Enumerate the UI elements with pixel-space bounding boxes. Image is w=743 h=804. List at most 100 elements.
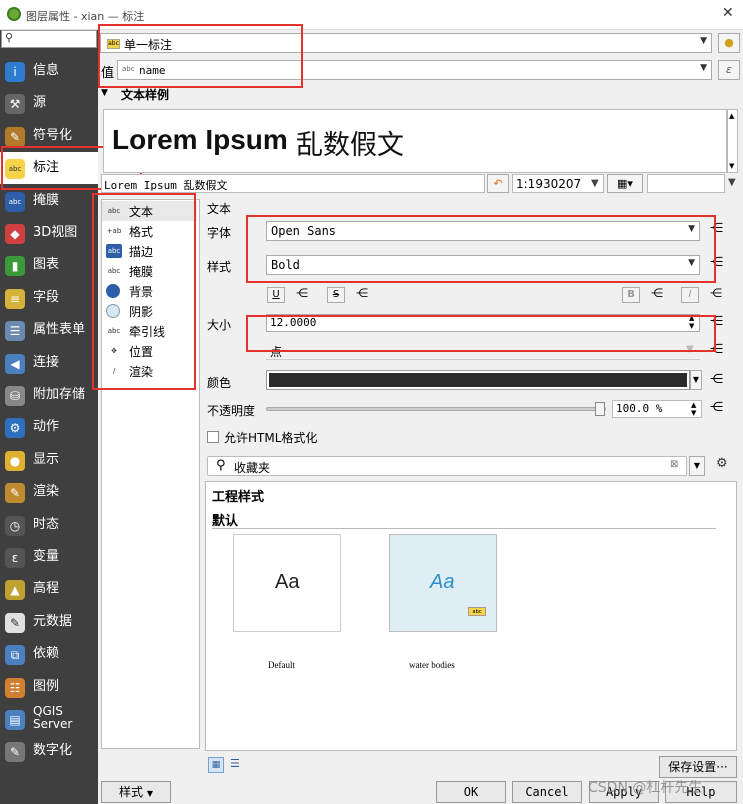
style-filter-dropdown[interactable]: ▼ xyxy=(689,456,705,476)
style-library-panel: 工程样式 默认 Aa Default Aa abc water bodies xyxy=(205,481,737,751)
sidebar-item-14[interactable]: ◷ 时态 xyxy=(0,509,98,541)
chevron-down-icon: ▼ xyxy=(591,178,599,189)
style-settings-icon[interactable]: ⚙ xyxy=(716,456,728,471)
window-title: 图层属性 - xian — 标注 xyxy=(26,10,145,23)
data-defined-override-icon[interactable]: ⋲ xyxy=(710,372,723,387)
sidebar-item-7[interactable]: ≡ 字段 xyxy=(0,282,98,314)
preview-section-title: 文本样例 xyxy=(121,88,170,102)
text-section-title: 文本 xyxy=(207,202,232,216)
sidebar-item-label: 信息 xyxy=(33,63,60,78)
sidebar-item-19[interactable]: ☷ 图例 xyxy=(0,671,98,703)
qgis-logo-icon xyxy=(7,7,21,21)
sidebar-item-label: 显示 xyxy=(33,451,60,467)
chevron-down-icon: ▼ xyxy=(700,36,707,46)
bold-button[interactable]: B xyxy=(622,287,640,303)
join-icon: ◀ xyxy=(5,353,25,374)
preview-scrollbar[interactable]: ▲ ▼ xyxy=(727,109,738,173)
sidebar-item-8[interactable]: ☰ 属性表单 xyxy=(0,314,98,346)
sidebar-item-label: 字段 xyxy=(33,289,60,305)
sidebar-item-15[interactable]: ε 变量 xyxy=(0,541,98,573)
style-search-value: 收藏夹 xyxy=(234,461,271,475)
sidebar-item-10[interactable]: ⛁ 附加存储 xyxy=(0,379,98,411)
style-search-input[interactable]: ⚲ 收藏夹 ⊠ xyxy=(207,456,687,476)
sidebar-item-16[interactable]: ▲ 高程 xyxy=(0,573,98,605)
opacity-label: 不透明度 xyxy=(207,404,256,418)
data-defined-override-icon[interactable]: ⋲ xyxy=(710,400,723,415)
sidebar-item-21[interactable]: ✎ 数字化 xyxy=(0,735,98,767)
style-manager-button[interactable]: ● xyxy=(718,33,740,53)
paintbrush-icon: ✎ xyxy=(5,126,25,147)
cancel-button[interactable]: Cancel xyxy=(512,781,582,803)
sidebar-item-label: 连接 xyxy=(33,354,60,370)
expression-button[interactable]: ε xyxy=(718,60,740,80)
sidebar-item-17[interactable]: ✎ 元数据 xyxy=(0,606,98,638)
background-color-button[interactable]: ▦▾ xyxy=(607,174,643,193)
sidebar-item-label: 图例 xyxy=(33,678,60,694)
underline-button[interactable]: U xyxy=(267,287,285,303)
arrow-up-icon[interactable]: ▲ xyxy=(729,112,734,120)
color-button[interactable] xyxy=(266,370,690,390)
sidebar-item-0[interactable]: i 信息 xyxy=(0,55,98,87)
opacity-value: 100.0 % xyxy=(616,402,663,415)
icon-view-button[interactable]: ▦ xyxy=(208,757,224,773)
style-tile-default[interactable]: Aa xyxy=(233,534,341,632)
color-swatch xyxy=(269,373,687,387)
digitize-icon: ✎ xyxy=(5,742,25,763)
sidebar-item-13[interactable]: ✎ 渲染 xyxy=(0,476,98,508)
clock-icon: ◷ xyxy=(5,515,25,536)
data-defined-override-icon[interactable]: ⋲ xyxy=(296,286,308,300)
sidebar-item-5[interactable]: ◆ 3D视图 xyxy=(0,217,98,249)
sidebar-item-6[interactable]: ▮ 图表 xyxy=(0,249,98,281)
scale-select[interactable]: 1:1930207 ▼ xyxy=(512,174,604,193)
save-style-button[interactable]: 保存设置··· xyxy=(659,756,737,778)
sidebar-item-11[interactable]: ⚙ 动作 xyxy=(0,411,98,443)
data-defined-override-icon[interactable]: ⋲ xyxy=(356,286,368,300)
strikeout-button[interactable]: S xyxy=(327,287,345,303)
preview-background-swatch[interactable] xyxy=(647,174,725,193)
sidebar-item-label: 高程 xyxy=(33,581,60,597)
list-view-button[interactable]: ☰ xyxy=(230,757,240,770)
italic-button[interactable]: I xyxy=(681,287,699,303)
data-defined-override-icon[interactable]: ⋲ xyxy=(710,286,722,300)
opacity-slider[interactable] xyxy=(266,402,606,416)
opacity-slider-handle[interactable] xyxy=(595,402,605,416)
collapse-icon[interactable]: ▼ xyxy=(101,88,108,98)
server-icon: ▤ xyxy=(5,710,25,730)
action-icon: ⚙ xyxy=(5,418,25,439)
sidebar-item-12[interactable]: ● 显示 xyxy=(0,444,98,476)
preview-text-input[interactable]: Lorem Ipsum 乱数假文 xyxy=(101,174,485,193)
allow-html-checkbox[interactable] xyxy=(207,431,219,443)
clear-icon[interactable]: ⊠ xyxy=(670,459,678,470)
highlight-box xyxy=(92,193,196,390)
style-tile-water-bodies[interactable]: Aa abc xyxy=(389,534,497,632)
preview-sample-cjk: 乱数假文 xyxy=(296,130,404,161)
map-icon: ▦▾ xyxy=(617,177,633,190)
dependency-icon: ⧉ xyxy=(5,645,25,666)
ok-button[interactable]: OK xyxy=(436,781,506,803)
style-menu-button[interactable]: 样式 ▼ xyxy=(101,781,171,803)
color-dropdown[interactable]: ▼ xyxy=(690,370,702,390)
brush-icon: ✎ xyxy=(5,483,25,504)
text-preview: Lorem Ipsum 乱数假文 xyxy=(103,109,727,173)
reset-sample-button[interactable]: ↶ xyxy=(487,174,509,193)
wrench-icon: ⚒ xyxy=(5,94,25,115)
sidebar-item-20[interactable]: ▤ QGIS Server xyxy=(0,703,98,735)
sidebar-item-9[interactable]: ◀ 连接 xyxy=(0,347,98,379)
sidebar-item-label: 图表 xyxy=(33,257,60,273)
search-icon: ⚲ xyxy=(216,458,226,473)
data-defined-override-icon[interactable]: ⋲ xyxy=(651,286,663,300)
opacity-spinbox[interactable]: 100.0 % ▲ ▼ xyxy=(612,400,702,418)
allow-html-label: 允许HTML格式化 xyxy=(224,431,318,445)
chevron-down-icon[interactable]: ▼ xyxy=(728,177,736,188)
close-icon[interactable]: ✕ xyxy=(722,5,734,21)
sidebar-item-label: 动作 xyxy=(33,419,60,435)
color-label: 颜色 xyxy=(207,376,232,390)
sidebar-search-input[interactable]: ⚲ xyxy=(1,30,97,48)
form-icon: ☰ xyxy=(5,321,25,342)
spin-arrows-icon[interactable]: ▲ ▼ xyxy=(691,401,696,417)
sidebar-item-18[interactable]: ⧉ 依赖 xyxy=(0,638,98,670)
sidebar-item-1[interactable]: ⚒ 源 xyxy=(0,87,98,119)
preview-sample-latin: Lorem Ipsum xyxy=(112,124,288,155)
arrow-down-icon[interactable]: ▼ xyxy=(729,162,734,170)
metadata-icon: ✎ xyxy=(5,612,25,633)
